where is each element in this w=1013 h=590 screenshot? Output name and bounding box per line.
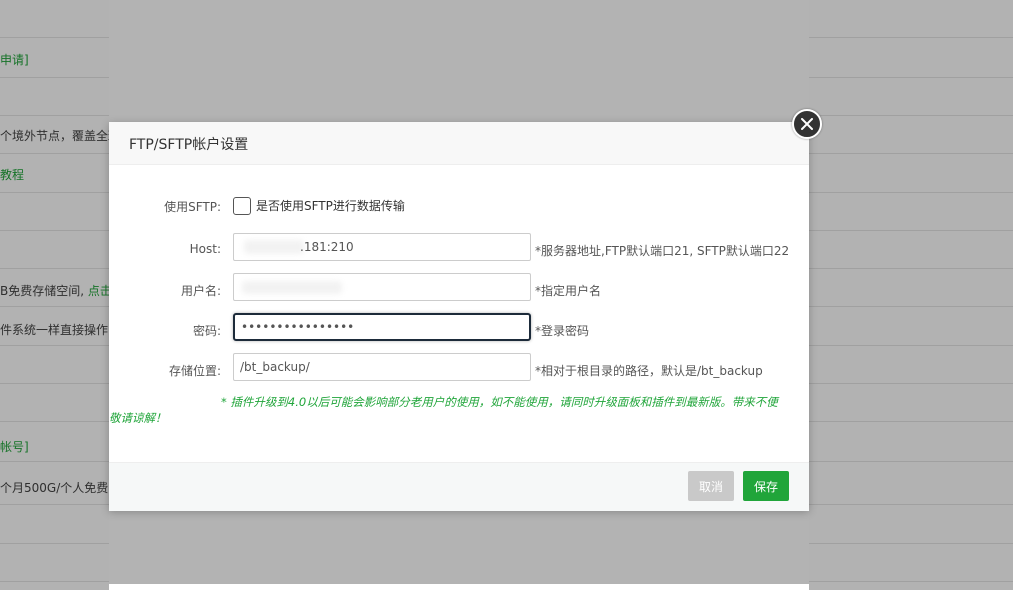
redacted-area — [244, 240, 304, 254]
close-button[interactable] — [792, 109, 822, 139]
redacted-area — [242, 281, 342, 294]
username-input[interactable] — [233, 273, 531, 301]
dialog-footer: 取消 保存 — [109, 462, 809, 511]
host-value: .181:210 — [300, 240, 354, 254]
sftp-label: 使用SFTP: — [164, 200, 221, 214]
ftp-settings-dialog: FTP/SFTP帐户设置 使用SFTP: 是否使用SFTP进行数据传输 Host… — [109, 122, 809, 511]
save-button[interactable]: 保存 — [743, 471, 789, 501]
cancel-button[interactable]: 取消 — [688, 471, 734, 501]
notice-line-2: 敬请谅解！ — [109, 411, 167, 425]
password-value: •••••••••••••••• — [241, 320, 355, 334]
host-hint: *服务器地址,FTP默认端口21, SFTP默认端口22 — [535, 244, 790, 258]
dialog-header: FTP/SFTP帐户设置 — [109, 122, 809, 165]
dialog-title: FTP/SFTP帐户设置 — [129, 137, 249, 153]
close-icon — [801, 118, 813, 130]
username-hint: *指定用户名 — [535, 284, 602, 298]
overlay-mask-left — [0, 0, 109, 590]
storage-path-input[interactable]: /bt_backup/ — [233, 353, 531, 381]
sftp-checkbox[interactable] — [233, 197, 251, 215]
host-label: Host: — [189, 242, 221, 256]
sftp-description: 是否使用SFTP进行数据传输 — [256, 199, 405, 213]
storage-label: 存储位置: — [168, 364, 221, 378]
password-input[interactable]: •••••••••••••••• — [233, 313, 531, 341]
username-label: 用户名: — [180, 284, 221, 298]
storage-path-value: /bt_backup/ — [240, 360, 310, 374]
overlay-mask-right — [809, 0, 1013, 590]
storage-hint: *相对于根目录的路径，默认是/bt_backup — [535, 364, 763, 378]
notice-line-1: * 插件升级到4.0以后可能会影响部分老用户的使用，如不能使用，请同时升级面板和… — [221, 395, 778, 409]
password-label: 密码: — [192, 324, 221, 338]
password-hint: *登录密码 — [535, 324, 590, 338]
host-input[interactable]: .181:210 — [233, 233, 531, 261]
